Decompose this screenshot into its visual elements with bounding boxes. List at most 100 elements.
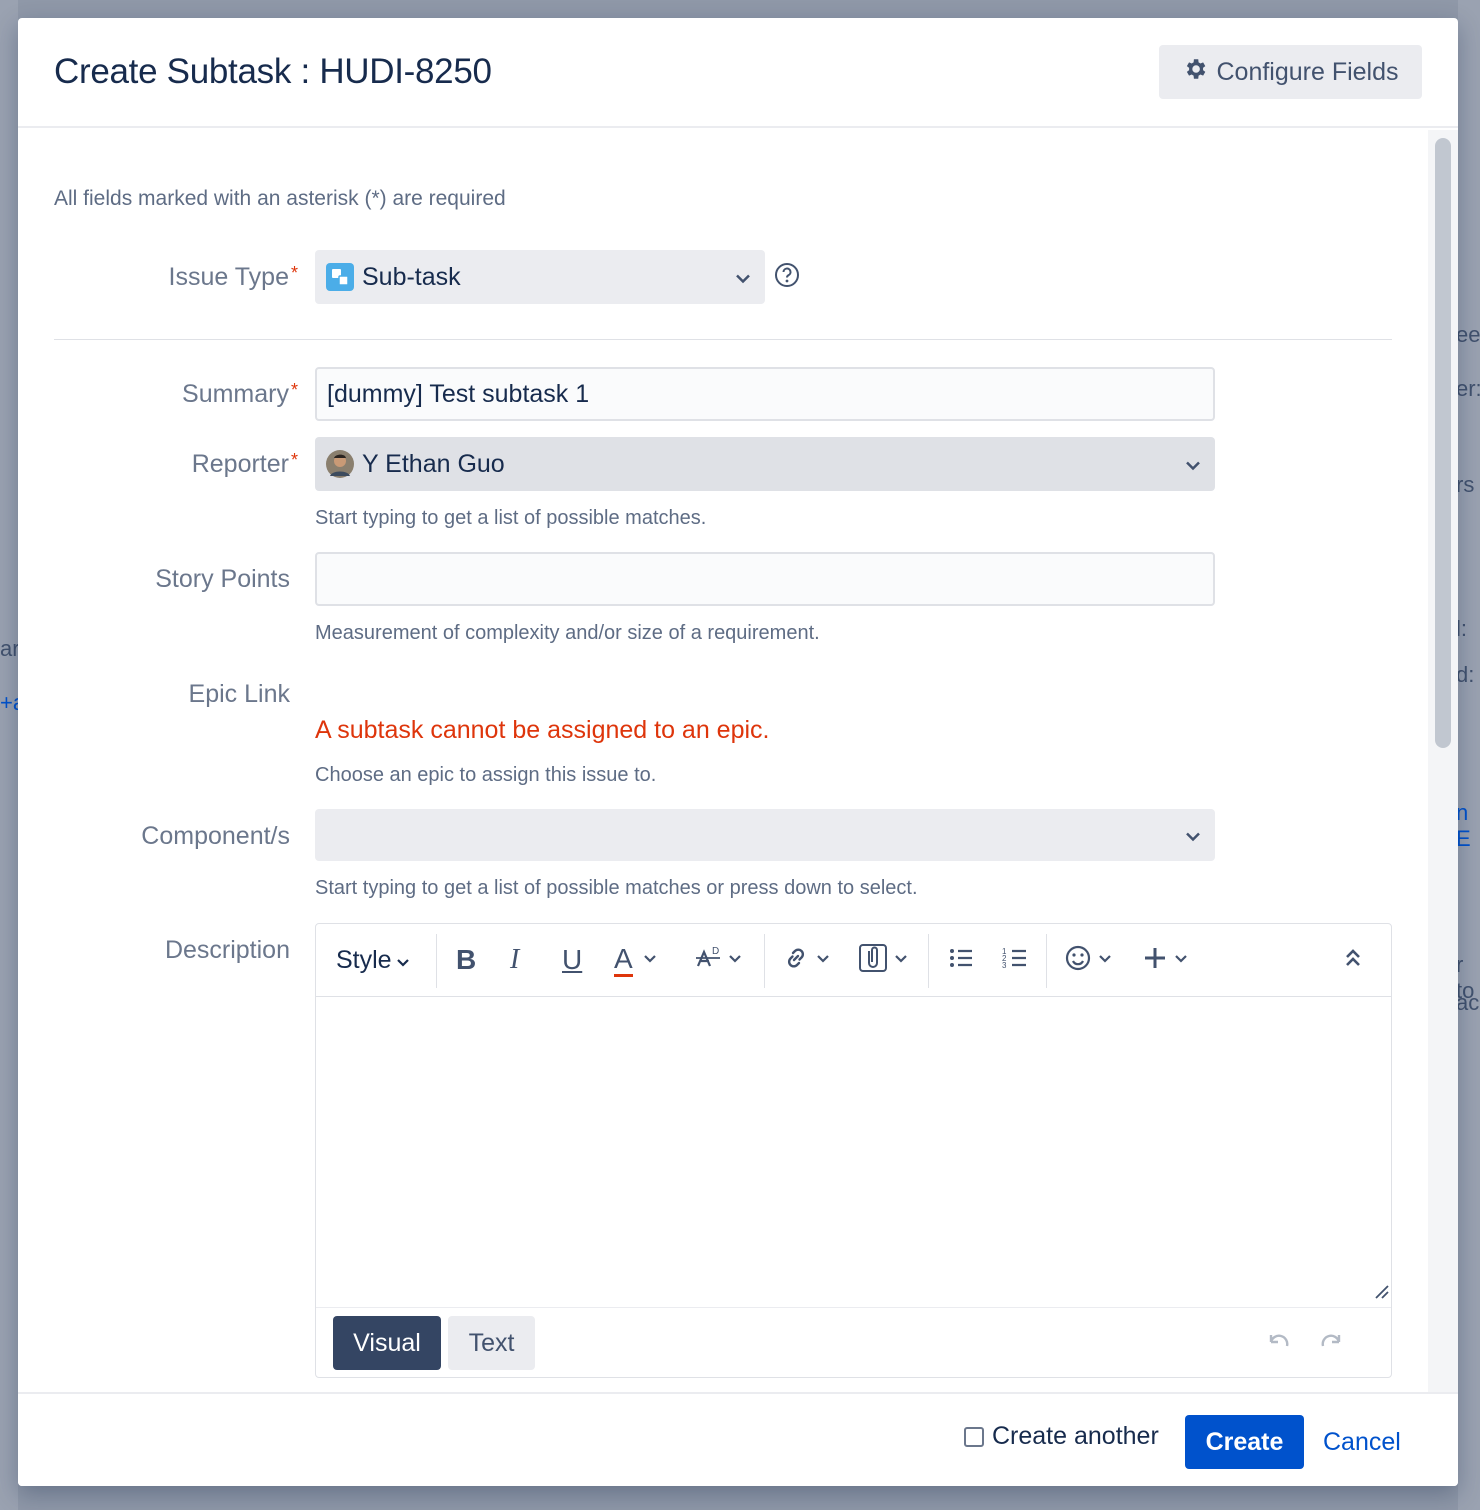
background-page-right — [1458, 0, 1480, 1510]
chevron-down-icon — [816, 951, 830, 969]
toolbar-separator — [1046, 934, 1047, 988]
bullet-list-icon — [948, 945, 974, 976]
chevron-down-icon — [1185, 821, 1201, 850]
issue-type-label: Issue Type * — [36, 263, 298, 292]
italic-button[interactable]: I — [510, 942, 519, 978]
required-star: * — [290, 263, 298, 283]
background-text: ar — [0, 636, 20, 661]
toolbar-separator — [764, 934, 765, 988]
background-text: ee — [1456, 322, 1480, 347]
dialog-header: Create Subtask : HUDI-8250 Configure Fie… — [18, 18, 1458, 128]
dialog-footer: Create another Create Cancel — [18, 1392, 1458, 1486]
scrollbar-thumb[interactable] — [1435, 138, 1451, 748]
chevron-down-icon — [643, 951, 657, 969]
visual-mode-button[interactable]: Visual — [333, 1316, 441, 1370]
chevron-down-icon — [894, 951, 908, 969]
description-label: Description — [164, 936, 290, 964]
required-note: All fields marked with an asterisk (*) a… — [54, 187, 506, 210]
link-icon — [782, 944, 810, 977]
components-select[interactable] — [315, 809, 1215, 861]
create-another-checkbox[interactable] — [964, 1426, 984, 1447]
toolbar-separator — [436, 934, 437, 988]
reporter-label-text: Reporter — [191, 450, 289, 478]
summary-label-text: Summary — [182, 380, 289, 408]
required-star: * — [290, 450, 298, 470]
cancel-link[interactable]: Cancel — [1323, 1428, 1401, 1457]
description-textarea[interactable] — [316, 998, 1391, 1306]
issue-type-select[interactable]: Sub-task — [315, 250, 765, 304]
redo-icon[interactable] — [1318, 1330, 1344, 1359]
emoji-button[interactable] — [1064, 942, 1112, 978]
create-another-label: Create another — [992, 1422, 1159, 1450]
gear-icon — [1182, 56, 1208, 89]
reporter-select[interactable]: Y Ethan Guo — [315, 437, 1215, 491]
undo-icon[interactable] — [1266, 1330, 1292, 1359]
reporter-label: Reporter * — [36, 450, 298, 479]
dialog-title: Create Subtask : HUDI-8250 — [54, 52, 492, 91]
text-mode-button[interactable]: Text — [448, 1316, 535, 1370]
double-chevron-up-icon — [1344, 947, 1362, 974]
underline-icon: U — [562, 944, 583, 975]
chevron-down-icon — [735, 263, 751, 292]
background-text: rs — [1456, 472, 1475, 497]
epic-link-hint: Choose an epic to assign this issue to. — [315, 764, 657, 786]
create-another-option[interactable]: Create another — [964, 1422, 1159, 1451]
more-formatting-button[interactable]: D — [694, 942, 742, 978]
reporter-hint: Start typing to get a list of possible m… — [315, 507, 707, 529]
plus-icon — [1142, 945, 1168, 976]
bold-icon: B — [456, 944, 477, 975]
numbered-list-button[interactable]: 123 — [1002, 942, 1028, 978]
chevron-down-icon — [1098, 951, 1112, 969]
background-text: n E — [1456, 800, 1471, 851]
create-button[interactable]: Create — [1185, 1415, 1304, 1469]
dialog-scrollbar[interactable] — [1428, 130, 1458, 1392]
link-button[interactable] — [782, 942, 830, 978]
issue-type-value: Sub-task — [362, 262, 461, 291]
style-dropdown[interactable]: Style — [336, 942, 410, 978]
numbered-list-icon: 123 — [1002, 945, 1028, 976]
chevron-down-icon — [1185, 450, 1201, 479]
configure-fields-label: Configure Fields — [1216, 57, 1399, 86]
more-formatting-icon: D — [694, 944, 722, 977]
help-icon[interactable] — [774, 262, 800, 293]
background-text: ac — [1456, 990, 1480, 1015]
bullet-list-button[interactable] — [948, 942, 974, 978]
epic-link-label: Epic Link — [188, 680, 290, 708]
divider — [54, 339, 1392, 340]
italic-icon: I — [510, 944, 520, 975]
components-label: Component/s — [141, 822, 290, 850]
toolbar-separator — [928, 934, 929, 988]
editor-footer: Visual Text — [316, 1307, 1391, 1377]
required-star: * — [290, 380, 298, 400]
text-color-icon: A — [614, 943, 633, 977]
story-points-input[interactable] — [315, 552, 1215, 606]
chevron-down-icon — [728, 951, 742, 969]
story-points-label: Story Points — [155, 565, 290, 593]
svg-text:3: 3 — [1002, 961, 1007, 970]
summary-input[interactable]: [dummy] Test subtask 1 — [315, 367, 1215, 421]
background-text: d: — [1456, 662, 1475, 687]
attachment-button[interactable] — [858, 942, 908, 978]
dialog-body: All fields marked with an asterisk (*) a… — [18, 130, 1428, 1392]
background-text: er: — [1456, 376, 1480, 401]
svg-text:D: D — [712, 946, 719, 957]
summary-label: Summary * — [36, 380, 298, 409]
components-hint: Start typing to get a list of possible m… — [315, 877, 918, 899]
text-color-button[interactable]: A — [614, 942, 657, 978]
insert-more-button[interactable] — [1142, 942, 1188, 978]
editor-toolbar: Style B I U A D 1 2 3 — [316, 924, 1391, 997]
reporter-value: Y Ethan Guo — [362, 449, 505, 478]
summary-value: [dummy] Test subtask 1 — [327, 379, 590, 408]
collapse-toolbar-button[interactable] — [1344, 942, 1362, 978]
resize-handle-icon[interactable] — [1373, 1283, 1389, 1304]
configure-fields-button[interactable]: Configure Fields — [1159, 45, 1422, 99]
background-page-left — [0, 0, 18, 1510]
underline-button[interactable]: U — [562, 942, 582, 978]
description-editor: Style B I U A D 1 2 3 Visual Text — [315, 923, 1392, 1378]
chevron-down-icon — [1174, 951, 1188, 969]
create-subtask-dialog: Create Subtask : HUDI-8250 Configure Fie… — [18, 18, 1458, 1486]
emoji-icon — [1064, 944, 1092, 977]
bold-button[interactable]: B — [456, 942, 476, 978]
subtask-icon — [326, 263, 354, 291]
story-points-hint: Measurement of complexity and/or size of… — [315, 622, 820, 644]
